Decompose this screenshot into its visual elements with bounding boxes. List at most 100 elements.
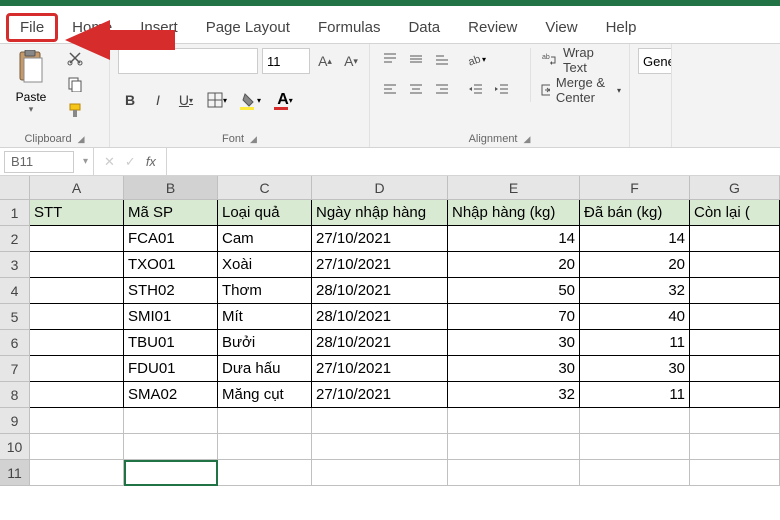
align-top-button[interactable] [378,48,402,70]
cell[interactable]: Nhập hàng (kg) [448,200,580,226]
cell[interactable]: Thơm [218,278,312,304]
col-header-c[interactable]: C [218,176,312,200]
underline-button[interactable]: U▾ [174,88,198,112]
cell[interactable] [448,408,580,434]
cell[interactable] [312,408,448,434]
cell[interactable]: 28/10/2021 [312,330,448,356]
cell[interactable]: 40 [580,304,690,330]
row-header-9[interactable]: 9 [0,408,30,434]
orientation-button[interactable]: ab▾ [464,48,488,70]
col-header-d[interactable]: D [312,176,448,200]
alignment-launcher[interactable]: ◢ [524,134,531,145]
tab-help[interactable]: Help [592,13,651,42]
increase-indent-button[interactable] [490,78,514,100]
cell[interactable]: 50 [448,278,580,304]
wrap-text-button[interactable]: abWrap Text [541,48,621,72]
align-right-button[interactable] [430,78,454,100]
align-center-button[interactable] [404,78,428,100]
cancel-formula-icon[interactable]: ✕ [104,154,115,170]
cell[interactable] [690,356,780,382]
format-painter-button[interactable] [64,100,86,120]
cell[interactable]: SMA02 [124,382,218,408]
borders-button[interactable]: ▾ [202,88,232,112]
font-launcher[interactable]: ◢ [250,134,257,145]
cell[interactable]: 28/10/2021 [312,278,448,304]
cell[interactable]: Xoài [218,252,312,278]
paste-button[interactable]: Paste ▾ [8,48,54,115]
clipboard-launcher[interactable]: ◢ [78,134,85,145]
increase-font-button[interactable]: A▴ [314,49,336,73]
cell[interactable]: 11 [580,382,690,408]
cell[interactable] [30,434,124,460]
fill-color-button[interactable]: ▾ [236,88,266,112]
col-header-e[interactable]: E [448,176,580,200]
cell[interactable]: 11 [580,330,690,356]
row-header-1[interactable]: 1 [0,200,30,226]
copy-button[interactable] [64,74,86,94]
cell[interactable]: TBU01 [124,330,218,356]
cell[interactable]: Cam [218,226,312,252]
col-header-f[interactable]: F [580,176,690,200]
cell[interactable] [124,434,218,460]
cell[interactable] [312,460,448,486]
cell[interactable]: 20 [580,252,690,278]
row-header[interactable]: 7 [0,356,30,382]
cell[interactable]: 30 [580,356,690,382]
cell[interactable]: STH02 [124,278,218,304]
cell[interactable]: Còn lại ( [690,200,780,226]
select-all-corner[interactable] [0,176,30,200]
col-header-b[interactable]: B [124,176,218,200]
tab-file[interactable]: File [6,13,58,42]
cell[interactable] [30,226,124,252]
decrease-font-button[interactable]: A▾ [340,49,362,73]
font-name-select[interactable] [118,48,258,74]
cell[interactable] [124,408,218,434]
cell[interactable] [580,460,690,486]
cell[interactable] [690,408,780,434]
cell[interactable]: Loại quả [218,200,312,226]
cell[interactable]: Ngày nhập hàng [312,200,448,226]
align-bottom-button[interactable] [430,48,454,70]
cell[interactable] [690,304,780,330]
cell[interactable]: 27/10/2021 [312,382,448,408]
cell[interactable]: Mít [218,304,312,330]
cell[interactable] [30,252,124,278]
row-header[interactable]: 6 [0,330,30,356]
cell[interactable]: Dưa hấu [218,356,312,382]
cell[interactable]: 32 [580,278,690,304]
cell[interactable]: Đã bán (kg) [580,200,690,226]
tab-formulas[interactable]: Formulas [304,13,395,42]
cell[interactable] [690,434,780,460]
cell[interactable]: 30 [448,330,580,356]
cell[interactable] [30,330,124,356]
cell[interactable] [448,460,580,486]
tab-home[interactable]: Home [58,13,126,42]
cell[interactable]: 28/10/2021 [312,304,448,330]
cell[interactable]: FDU01 [124,356,218,382]
row-header[interactable]: 8 [0,382,30,408]
tab-view[interactable]: View [531,13,591,42]
align-middle-button[interactable] [404,48,428,70]
enter-formula-icon[interactable]: ✓ [125,154,136,170]
cell[interactable] [218,460,312,486]
cell[interactable] [690,252,780,278]
row-header[interactable]: 2 [0,226,30,252]
tab-review[interactable]: Review [454,13,531,42]
cell[interactable]: 70 [448,304,580,330]
cell[interactable] [30,304,124,330]
row-header[interactable]: 5 [0,304,30,330]
name-box[interactable]: B11 [4,151,74,173]
italic-button[interactable]: I [146,88,170,112]
cell[interactable] [30,382,124,408]
cell[interactable]: TXO01 [124,252,218,278]
cell[interactable] [448,434,580,460]
cell[interactable]: FCA01 [124,226,218,252]
cell[interactable]: Mã SP [124,200,218,226]
cell[interactable]: 14 [448,226,580,252]
cell[interactable]: SMI01 [124,304,218,330]
cell[interactable]: 27/10/2021 [312,356,448,382]
cell[interactable] [30,408,124,434]
bold-button[interactable]: B [118,88,142,112]
cell[interactable]: STT [30,200,124,226]
tab-insert[interactable]: Insert [126,13,192,42]
